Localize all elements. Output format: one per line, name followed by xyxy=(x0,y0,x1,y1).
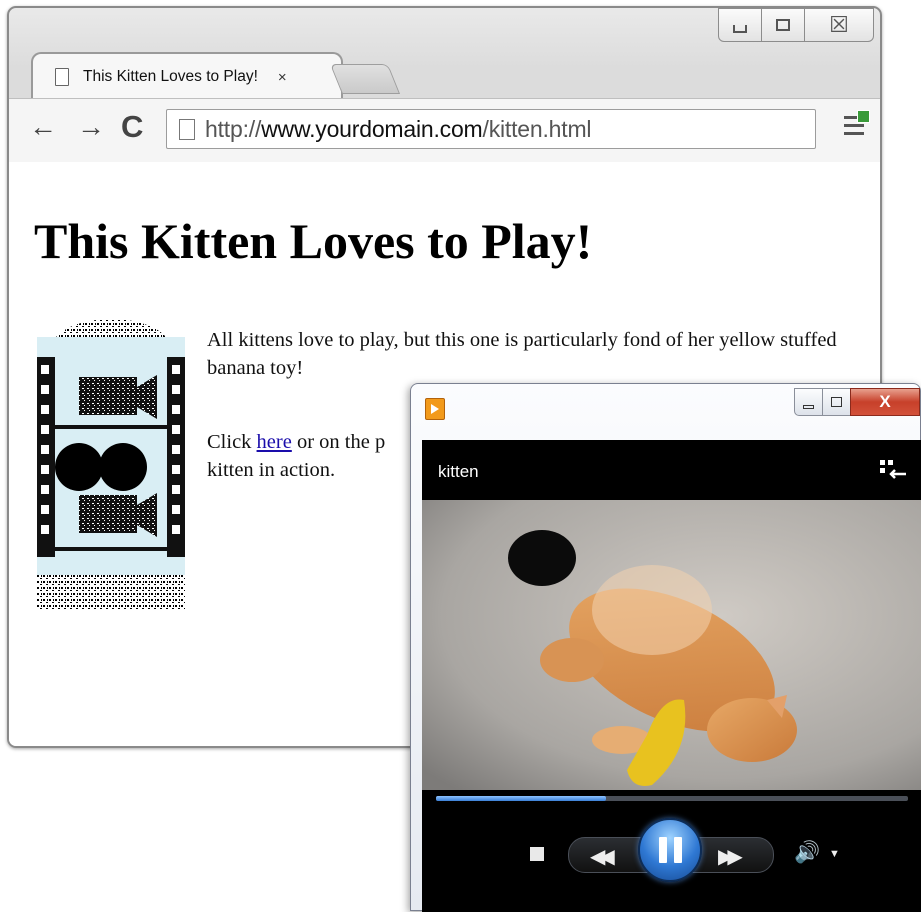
switch-to-library-icon[interactable] xyxy=(878,458,908,482)
new-tab-button[interactable] xyxy=(329,64,401,94)
para2-text-end: kitten in action. xyxy=(207,459,336,481)
player-close-button[interactable]: X xyxy=(850,388,920,416)
rewind-button[interactable]: ◀◀ xyxy=(590,844,615,869)
volume-button[interactable]: 🔊 xyxy=(794,841,820,865)
minimize-icon xyxy=(733,25,747,33)
player-window-controls: X xyxy=(794,388,920,416)
pause-icon xyxy=(658,837,667,863)
here-link[interactable]: here xyxy=(257,431,292,453)
fast-forward-button[interactable]: ▶▶ xyxy=(718,844,743,869)
browser-minimize-button[interactable] xyxy=(718,8,762,42)
url-host: www.yourdomain.com xyxy=(261,115,483,142)
close-icon: ☒ xyxy=(829,12,849,37)
menu-bar-icon xyxy=(844,132,864,135)
tab-title: This Kitten Loves to Play! xyxy=(83,68,258,85)
chrome-menu-button[interactable] xyxy=(844,110,870,140)
link-paragraph: Click here or on the p kitten in action. xyxy=(207,428,385,484)
minimize-icon xyxy=(803,404,814,409)
page-icon xyxy=(179,118,195,140)
para2-text-mid: or on the p xyxy=(291,431,386,453)
update-badge-icon xyxy=(857,110,870,123)
browser-window-controls: ☒ xyxy=(718,8,874,42)
browser-maximize-button[interactable] xyxy=(761,8,805,42)
browser-toolbar: ← → C http://www.yourdomain.com/kitten.h… xyxy=(9,98,880,164)
pause-button[interactable] xyxy=(638,818,702,882)
media-player-app-icon xyxy=(425,398,445,420)
browser-close-button[interactable]: ☒ xyxy=(804,8,874,42)
url-text: http://www.yourdomain.com/kitten.html xyxy=(205,115,592,143)
film-camera-image[interactable] xyxy=(31,317,191,612)
maximize-icon xyxy=(776,19,790,31)
player-maximize-button[interactable] xyxy=(822,388,851,416)
menu-bar-icon xyxy=(844,124,864,127)
seek-bar[interactable] xyxy=(436,796,908,801)
address-bar[interactable]: http://www.yourdomain.com/kitten.html xyxy=(166,109,816,149)
media-player-window: X kitten ◀◀ ▶▶ 🔊 ▼ xyxy=(410,383,921,912)
tab-close-button[interactable]: × xyxy=(278,69,287,86)
forward-button[interactable]: → xyxy=(77,113,105,141)
page-heading: This Kitten Loves to Play! xyxy=(34,213,593,269)
volume-dropdown-icon[interactable]: ▼ xyxy=(829,848,840,860)
url-path: /kitten.html xyxy=(482,115,592,142)
reload-button[interactable]: C xyxy=(121,111,143,142)
browser-tab[interactable]: This Kitten Loves to Play! × xyxy=(31,52,343,100)
playback-controls: ◀◀ ▶▶ 🔊 ▼ xyxy=(422,818,921,902)
maximize-icon xyxy=(831,397,842,407)
video-frame[interactable] xyxy=(422,500,921,790)
pause-icon xyxy=(673,837,682,863)
stop-button[interactable] xyxy=(530,847,544,861)
para2-text-before: Click xyxy=(207,431,257,453)
intro-paragraph: All kittens love to play, but this one i… xyxy=(207,329,837,379)
video-title: kitten xyxy=(438,462,479,481)
seek-bar-progress xyxy=(436,796,606,801)
player-stage: kitten ◀◀ ▶▶ 🔊 ▼ xyxy=(422,440,921,912)
player-minimize-button[interactable] xyxy=(794,388,823,416)
page-icon xyxy=(55,68,69,86)
back-button[interactable]: ← xyxy=(29,113,57,141)
url-scheme: http:// xyxy=(205,115,262,142)
